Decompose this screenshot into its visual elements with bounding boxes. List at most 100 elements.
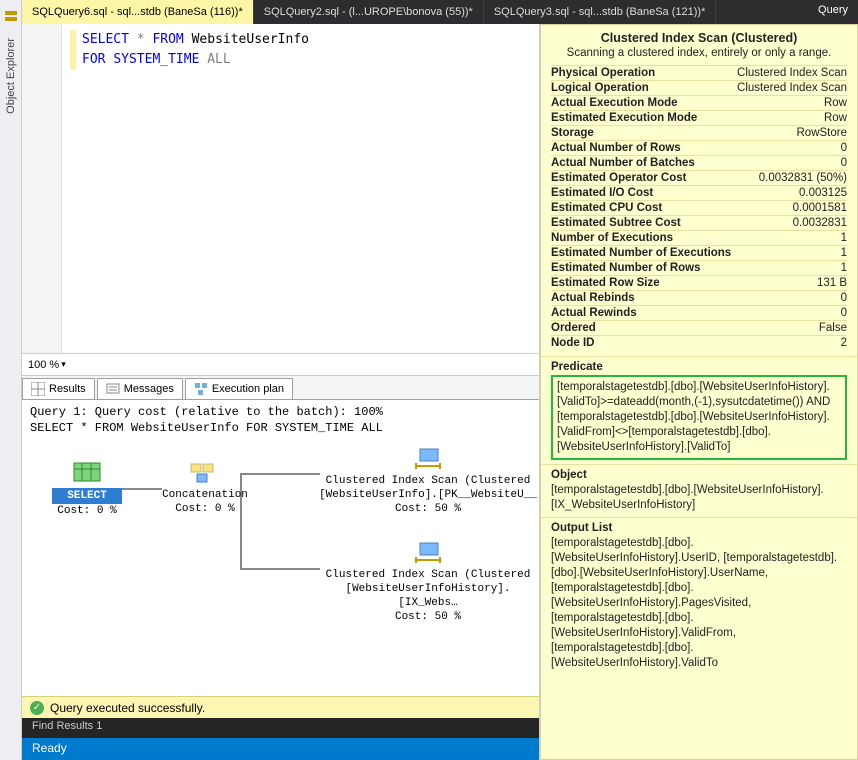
tooltip-properties: Physical OperationClustered Index ScanLo… bbox=[541, 63, 857, 356]
zoom-value: 100 % bbox=[28, 359, 59, 371]
editor-gutter bbox=[22, 24, 62, 353]
query-menu-label[interactable]: Query bbox=[808, 0, 858, 24]
plan-select-label: SELECT bbox=[52, 488, 122, 504]
tooltip-property-label: Actual Rewinds bbox=[551, 307, 637, 319]
tooltip-object-section: Object [temporalstagetestdb].[dbo].[Webs… bbox=[541, 464, 857, 517]
tooltip-subtitle: Scanning a clustered index, entirely or … bbox=[549, 47, 849, 59]
tooltip-property-row: Estimated Number of Executions1 bbox=[551, 245, 847, 260]
tooltip-property-label: Actual Number of Batches bbox=[551, 157, 695, 169]
chevron-down-icon: ▾ bbox=[61, 359, 66, 370]
tooltip-property-label: Logical Operation bbox=[551, 82, 649, 94]
tooltip-output-section: Output List [temporalstagetestdb].[dbo].… bbox=[541, 517, 857, 675]
tooltip-property-value: 0 bbox=[841, 307, 847, 319]
tooltip-predicate-section: Predicate [temporalstagetestdb].[dbo].[W… bbox=[541, 356, 857, 464]
tooltip-property-label: Actual Number of Rows bbox=[551, 142, 681, 154]
tab-messages-label: Messages bbox=[124, 383, 174, 395]
result-tabs: Results Messages Execution plan bbox=[22, 376, 539, 400]
tooltip-property-label: Estimated Operator Cost bbox=[551, 172, 686, 184]
tooltip-property-value: 0 bbox=[841, 292, 847, 304]
tooltip-property-value: 1 bbox=[841, 247, 847, 259]
kw-star: * bbox=[137, 32, 145, 47]
plan-node-scan-bottom[interactable]: Clustered Index Scan (Clustered [Website… bbox=[318, 540, 538, 624]
find-results-bar[interactable]: Find Results 1 bbox=[22, 718, 539, 738]
plan-canvas[interactable]: SELECT Cost: 0 % Concatenation Cost: 0 %… bbox=[22, 440, 539, 696]
tooltip-property-label: Estimated Row Size bbox=[551, 277, 660, 289]
tooltip-property-row: StorageRowStore bbox=[551, 125, 847, 140]
tooltip-property-row: OrderedFalse bbox=[551, 320, 847, 335]
tooltip-property-label: Ordered bbox=[551, 322, 596, 334]
ready-status-bar: Ready bbox=[22, 738, 539, 760]
status-text: Query executed successfully. bbox=[50, 701, 205, 715]
plan-scan1-cost: Cost: 50 % bbox=[318, 502, 538, 516]
tooltip-property-label: Actual Rebinds bbox=[551, 292, 635, 304]
tooltip-property-value: RowStore bbox=[797, 127, 848, 139]
tooltip-property-label: Estimated Number of Rows bbox=[551, 262, 701, 274]
tooltip-property-row: Actual Rebinds 0 bbox=[551, 290, 847, 305]
plan-scan2-cost: Cost: 50 % bbox=[318, 610, 538, 624]
tooltip-property-value: 1 bbox=[841, 262, 847, 274]
predicate-body: [temporalstagetestdb].[dbo].[WebsiteUser… bbox=[551, 375, 847, 460]
tooltip-property-label: Estimated CPU Cost bbox=[551, 202, 662, 214]
tooltip-property-row: Actual Execution Mode Row bbox=[551, 95, 847, 110]
output-body: [temporalstagetestdb].[dbo].[WebsiteUser… bbox=[551, 536, 847, 671]
kw-all: ALL bbox=[207, 52, 230, 67]
table-name: WebsiteUserInfo bbox=[192, 32, 309, 47]
output-title: Output List bbox=[551, 522, 847, 534]
tooltip-property-row: Logical Operation Clustered Index Scan bbox=[551, 80, 847, 95]
tooltip-property-value: 0.0032831 (50%) bbox=[759, 172, 847, 184]
kw-for: FOR bbox=[82, 52, 105, 67]
object-explorer-label: Object Explorer bbox=[5, 38, 17, 114]
operator-tooltip: Clustered Index Scan (Clustered) Scannin… bbox=[540, 24, 858, 760]
zoom-bar: 100 % ▾ bbox=[22, 354, 539, 376]
tooltip-property-label: Actual Execution Mode bbox=[551, 97, 678, 109]
tab-execution-plan-label: Execution plan bbox=[212, 383, 284, 395]
plan-node-select[interactable]: SELECT Cost: 0 % bbox=[52, 460, 122, 518]
zoom-dropdown[interactable]: 100 % ▾ bbox=[28, 359, 66, 371]
tooltip-property-label: Physical Operation bbox=[551, 67, 655, 79]
tab-messages[interactable]: Messages bbox=[97, 378, 183, 399]
plan-scan1-line1: Clustered Index Scan (Clustered bbox=[318, 474, 538, 488]
tab-sqlquery3[interactable]: SQLQuery3.sql - sql...stdb (BaneSa (121)… bbox=[484, 0, 717, 24]
tooltip-property-value: 0 bbox=[841, 142, 847, 154]
tab-sqlquery6[interactable]: SQLQuery6.sql - sql...stdb (BaneSa (116)… bbox=[22, 0, 254, 24]
tooltip-property-value: 131 B bbox=[817, 277, 847, 289]
plan-node-scan-top[interactable]: Clustered Index Scan (Clustered [Website… bbox=[318, 446, 538, 516]
grid-icon bbox=[31, 382, 45, 396]
tooltip-property-value: Clustered Index Scan bbox=[737, 82, 847, 94]
plan-node-concat[interactable]: Concatenation Cost: 0 % bbox=[150, 460, 260, 516]
tooltip-property-value: 0.0032831 bbox=[793, 217, 847, 229]
sql-editor[interactable]: SELECT * FROM WebsiteUserInfo FOR SYSTEM… bbox=[22, 24, 539, 354]
tooltip-property-row: Actual Rewinds 0 bbox=[551, 305, 847, 320]
document-tabs: SQLQuery6.sql - sql...stdb (BaneSa (116)… bbox=[22, 0, 858, 24]
query-sql-line: SELECT * FROM WebsiteUserInfo FOR SYSTEM… bbox=[30, 420, 531, 436]
tab-execution-plan[interactable]: Execution plan bbox=[185, 378, 293, 399]
server-icon bbox=[3, 8, 19, 24]
tooltip-property-row: Physical Operation Clustered Index Scan bbox=[551, 65, 847, 80]
tooltip-property-label: Estimated Subtree Cost bbox=[551, 217, 681, 229]
tab-sqlquery2[interactable]: SQLQuery2.sql - (l...UROPE\bonova (55))* bbox=[254, 0, 484, 24]
tooltip-property-row: Number of Executions 1 bbox=[551, 230, 847, 245]
tooltip-property-label: Number of Executions bbox=[551, 232, 673, 244]
tooltip-property-value: Clustered Index Scan bbox=[737, 67, 847, 79]
plan-scan2-line2: [WebsiteUserInfoHistory].[IX_Webs… bbox=[318, 582, 538, 610]
tooltip-property-value: 0.0001581 bbox=[793, 202, 847, 214]
plan-scan2-line1: Clustered Index Scan (Clustered bbox=[318, 568, 538, 582]
tooltip-property-row: Node ID2 bbox=[551, 335, 847, 350]
plan-concat-label: Concatenation bbox=[150, 488, 260, 502]
tooltip-property-value: 1 bbox=[841, 232, 847, 244]
object-explorer-sidebar[interactable]: Object Explorer bbox=[0, 0, 22, 760]
object-title: Object bbox=[551, 469, 847, 481]
tooltip-property-row: Estimated Subtree Cost 0.0032831 bbox=[551, 215, 847, 230]
editor-text[interactable]: SELECT * FROM WebsiteUserInfo FOR SYSTEM… bbox=[62, 24, 539, 353]
predicate-title: Predicate bbox=[551, 361, 847, 373]
object-body: [temporalstagetestdb].[dbo].[WebsiteUser… bbox=[551, 483, 847, 513]
query-cost-line: Query 1: Query cost (relative to the bat… bbox=[30, 404, 531, 420]
tooltip-property-row: Estimated CPU Cost 0.0001581 bbox=[551, 200, 847, 215]
tooltip-property-label: Estimated I/O Cost bbox=[551, 187, 653, 199]
tab-results[interactable]: Results bbox=[22, 378, 95, 399]
tooltip-property-value: Row bbox=[824, 97, 847, 109]
tooltip-property-row: Estimated Execution ModeRow bbox=[551, 110, 847, 125]
tooltip-property-label: Estimated Execution Mode bbox=[551, 112, 697, 124]
query-status-bar: ✓ Query executed successfully. bbox=[22, 696, 539, 718]
kw-from: FROM bbox=[152, 32, 183, 47]
